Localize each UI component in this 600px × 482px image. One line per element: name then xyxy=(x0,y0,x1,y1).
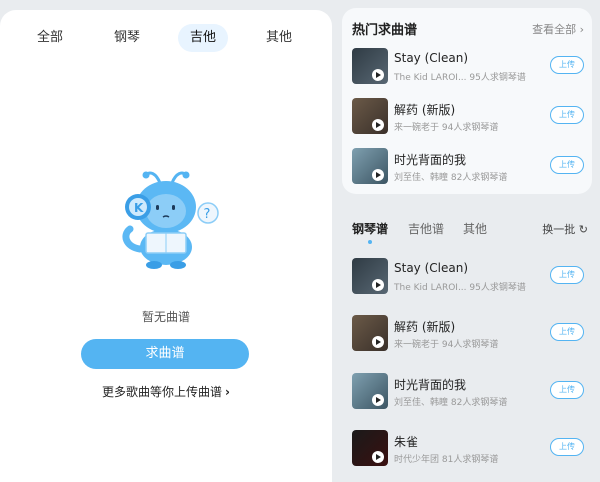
hot-requests-header: 热门求曲谱 查看全部 › xyxy=(352,16,584,38)
upload-button[interactable]: 上传 xyxy=(550,323,584,341)
song-cover[interactable] xyxy=(352,98,388,134)
hot-song-row[interactable]: 解药 (新版) 来一碗老于 94人求钢琴谱 上传 xyxy=(352,98,584,138)
upload-button[interactable]: 上传 xyxy=(550,156,584,174)
hot-song-row[interactable]: 时光背面的我 刘至佳、韩瞳 82人求钢琴谱 上传 xyxy=(352,148,584,188)
song-meta: The Kid LAROI... 95人求钢琴谱 xyxy=(394,283,526,293)
play-icon xyxy=(372,451,384,463)
tab-piano-sheet[interactable]: 钢琴谱 xyxy=(352,220,388,237)
song-title: 时光背面的我 xyxy=(394,153,467,167)
hot-requests-card: 热门求曲谱 查看全部 › Stay (Clean) The Kid LAROI.… xyxy=(342,8,592,194)
more-songs-text: 更多歌曲等你上传曲谱 xyxy=(102,385,223,399)
more-songs-link[interactable]: 更多歌曲等你上传曲谱 › xyxy=(0,383,332,400)
empty-state-panel: 全部 钢琴 吉他 其他 K ? 暂无曲谱 求曲谱 更多歌曲等你上传曲谱 › xyxy=(0,10,332,482)
play-icon xyxy=(372,336,384,348)
song-meta: 刘至佳、韩瞳 82人求钢琴谱 xyxy=(394,173,508,183)
upload-button[interactable]: 上传 xyxy=(550,438,584,456)
sheet-song-row[interactable]: Stay (Clean) The Kid LAROI... 95人求钢琴谱 上传 xyxy=(352,258,584,298)
song-meta: The Kid LAROI... 95人求钢琴谱 xyxy=(394,73,526,83)
song-cover[interactable] xyxy=(352,430,388,466)
tab-guitar-sheet[interactable]: 吉他谱 xyxy=(408,220,444,237)
song-title: 朱雀 xyxy=(394,435,419,449)
song-meta: 来一碗老于 94人求钢琴谱 xyxy=(394,123,499,133)
sheet-type-tabs: 钢琴谱 吉他谱 其他 换一批 ↻ xyxy=(352,220,592,244)
tab-other-sheet[interactable]: 其他 xyxy=(463,220,487,237)
view-all-link[interactable]: 查看全部 › xyxy=(532,21,584,37)
play-icon xyxy=(372,119,384,131)
tab-all[interactable]: 全部 xyxy=(30,24,70,52)
song-title: 解药 (新版) xyxy=(394,103,456,117)
play-icon xyxy=(372,169,384,181)
song-title: Stay (Clean) xyxy=(394,261,469,275)
song-meta: 刘至佳、韩瞳 82人求钢琴谱 xyxy=(394,398,508,408)
sheet-song-row[interactable]: 朱雀 时代少年团 81人求钢琴谱 上传 xyxy=(352,430,584,470)
upload-button[interactable]: 上传 xyxy=(550,266,584,284)
upload-button[interactable]: 上传 xyxy=(550,106,584,124)
tab-other[interactable]: 其他 xyxy=(259,24,299,52)
mascot-illustration: K ? xyxy=(122,171,219,269)
song-meta: 来一碗老于 94人求钢琴谱 xyxy=(394,340,499,350)
sheet-song-row[interactable]: 时光背面的我 刘至佳、韩瞳 82人求钢琴谱 上传 xyxy=(352,373,584,413)
hot-song-row[interactable]: Stay (Clean) The Kid LAROI... 95人求钢琴谱 上传 xyxy=(352,48,584,88)
hot-requests-title: 热门求曲谱 xyxy=(352,23,418,38)
tab-piano[interactable]: 钢琴 xyxy=(107,24,147,52)
chevron-right-icon: › xyxy=(225,385,230,399)
svg-text:K: K xyxy=(134,201,144,215)
upload-button[interactable]: 上传 xyxy=(550,56,584,74)
song-title: Stay (Clean) xyxy=(394,51,469,65)
play-icon xyxy=(372,279,384,291)
song-cover[interactable] xyxy=(352,373,388,409)
song-meta: 时代少年团 81人求钢琴谱 xyxy=(394,455,499,465)
song-cover[interactable] xyxy=(352,258,388,294)
play-icon xyxy=(372,69,384,81)
song-title: 解药 (新版) xyxy=(394,320,456,334)
tab-guitar[interactable]: 吉他 xyxy=(178,24,228,52)
svg-text:?: ? xyxy=(204,207,211,222)
sheet-song-row[interactable]: 解药 (新版) 来一碗老于 94人求钢琴谱 上传 xyxy=(352,315,584,355)
song-cover[interactable] xyxy=(352,148,388,184)
refresh-batch-button[interactable]: 换一批 ↻ xyxy=(542,221,588,237)
song-cover[interactable] xyxy=(352,315,388,351)
request-sheet-button[interactable]: 求曲谱 xyxy=(81,339,249,369)
instrument-filter-tabs: 全部 钢琴 吉他 其他 xyxy=(0,24,332,54)
active-tab-indicator xyxy=(368,240,372,244)
play-icon xyxy=(372,394,384,406)
empty-message: 暂无曲谱 xyxy=(141,310,190,324)
song-cover[interactable] xyxy=(352,48,388,84)
upload-button[interactable]: 上传 xyxy=(550,381,584,399)
song-title: 时光背面的我 xyxy=(394,378,467,392)
